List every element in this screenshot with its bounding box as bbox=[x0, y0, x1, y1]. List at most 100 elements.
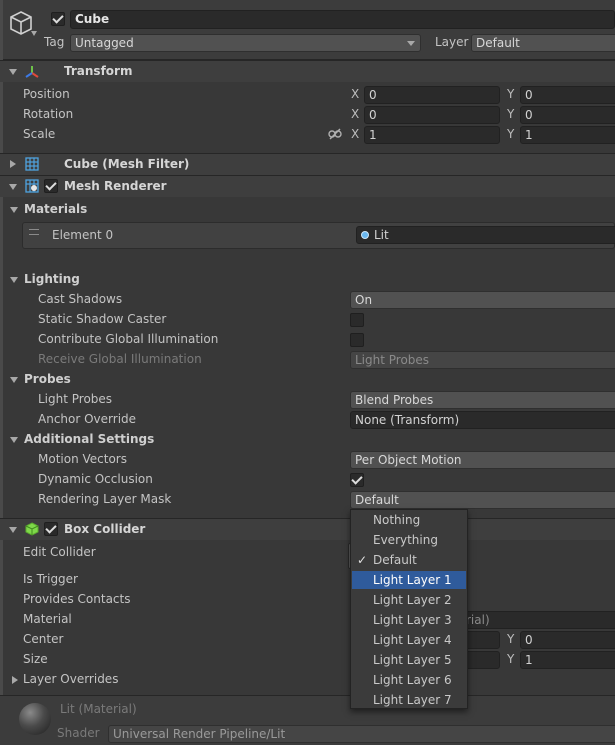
shader-label: Shader bbox=[57, 726, 100, 740]
transform-title: Transform bbox=[64, 64, 133, 78]
center-label: Center bbox=[23, 632, 64, 646]
mesh-renderer-header[interactable]: Mesh Renderer bbox=[0, 175, 615, 197]
rotation-label[interactable]: Rotation bbox=[23, 107, 73, 121]
layer-menu-item[interactable]: Light Layer 2 bbox=[352, 591, 466, 609]
element0-value: Lit bbox=[374, 228, 389, 242]
layer-label: Layer bbox=[435, 35, 469, 49]
layer-overrides-label[interactable]: Layer Overrides bbox=[23, 672, 118, 686]
object-name-input[interactable]: Cube bbox=[70, 10, 615, 29]
size-y-input[interactable]: 1 bbox=[520, 651, 615, 669]
center-y-label[interactable]: Y bbox=[507, 632, 514, 646]
transform-icon bbox=[25, 66, 39, 78]
layer-value: Default bbox=[476, 36, 520, 50]
layer-menu-item[interactable]: Light Layer 5 bbox=[352, 651, 466, 669]
scale-y-input[interactable]: 1 bbox=[520, 126, 615, 144]
scale-x-input[interactable]: 1 bbox=[364, 126, 500, 144]
dynamic-occlusion-checkbox[interactable] bbox=[350, 473, 364, 487]
probes-foldout-icon[interactable] bbox=[10, 377, 18, 383]
mesh-filter-header[interactable]: Cube (Mesh Filter) bbox=[0, 153, 615, 175]
contribute-gi-label: Contribute Global Illumination bbox=[38, 332, 219, 346]
tag-value: Untagged bbox=[75, 36, 134, 50]
material-dot-icon bbox=[361, 231, 369, 239]
material-preview-name: Lit (Material) bbox=[60, 702, 137, 716]
mesh-filter-title: Cube (Mesh Filter) bbox=[64, 157, 190, 171]
layer-menu-item[interactable]: ✓ Default bbox=[352, 551, 466, 569]
position-x-input[interactable]: 0 bbox=[364, 86, 500, 104]
mesh-renderer-foldout-icon[interactable] bbox=[9, 184, 17, 190]
cast-shadows-label: Cast Shadows bbox=[38, 292, 123, 306]
box-collider-enabled-checkbox[interactable] bbox=[44, 522, 58, 536]
position-y-input[interactable]: 0 bbox=[520, 86, 615, 104]
material-sphere-icon[interactable] bbox=[19, 703, 51, 735]
layer-menu-item[interactable]: Light Layer 4 bbox=[352, 631, 466, 649]
materials-foldout-icon[interactable] bbox=[10, 207, 18, 213]
motion-vectors-label: Motion Vectors bbox=[38, 452, 127, 466]
probes-label[interactable]: Probes bbox=[24, 372, 71, 386]
dynamic-occlusion-label: Dynamic Occlusion bbox=[38, 472, 153, 486]
active-checkbox[interactable] bbox=[51, 12, 65, 26]
box-collider-cube-icon bbox=[25, 522, 39, 536]
additional-settings-label[interactable]: Additional Settings bbox=[24, 432, 154, 446]
lighting-label[interactable]: Lighting bbox=[24, 272, 80, 286]
tag-chevron-down-icon bbox=[407, 41, 415, 46]
contribute-gi-checkbox[interactable] bbox=[350, 333, 364, 347]
layer-menu-item-label: Everything bbox=[373, 533, 438, 547]
mesh-renderer-icon bbox=[25, 179, 39, 193]
receive-gi-label: Receive Global Illumination bbox=[38, 352, 202, 366]
box-collider-foldout-icon[interactable] bbox=[9, 527, 17, 533]
layer-menu-item-label: Light Layer 2 bbox=[373, 593, 452, 607]
material-label: Material bbox=[23, 612, 72, 626]
element0-object-field[interactable]: Lit bbox=[356, 226, 615, 244]
position-x-label[interactable]: X bbox=[351, 87, 359, 101]
transform-foldout-icon[interactable] bbox=[9, 69, 17, 75]
layer-menu-item[interactable]: Nothing bbox=[352, 511, 466, 529]
rotation-y-input[interactable]: 0 bbox=[520, 106, 615, 124]
anchor-override-field[interactable]: None (Transform) bbox=[350, 411, 615, 429]
scale-y-label[interactable]: Y bbox=[507, 127, 514, 141]
rendering-layer-label: Rendering Layer Mask bbox=[38, 492, 172, 506]
icon-dropdown-arrow-icon[interactable] bbox=[31, 31, 37, 36]
anchor-override-label: Anchor Override bbox=[38, 412, 137, 426]
additional-foldout-icon[interactable] bbox=[10, 437, 18, 443]
constrain-proportions-link-icon[interactable] bbox=[328, 128, 342, 140]
light-probes-dropdown[interactable]: Blend Probes bbox=[350, 391, 615, 409]
scale-label[interactable]: Scale bbox=[23, 127, 55, 141]
rotation-y-label[interactable]: Y bbox=[507, 107, 514, 121]
transform-header[interactable]: Transform bbox=[0, 60, 615, 82]
box-collider-header[interactable]: Box Collider bbox=[0, 518, 615, 540]
center-y-input[interactable]: 0 bbox=[520, 631, 615, 649]
scale-x-label[interactable]: X bbox=[351, 127, 359, 141]
layer-dropdown[interactable]: Default bbox=[471, 34, 615, 52]
light-probes-label: Light Probes bbox=[38, 392, 113, 406]
layer-menu-item-label: Light Layer 6 bbox=[373, 673, 452, 687]
size-y-label[interactable]: Y bbox=[507, 652, 514, 666]
layer-menu-item[interactable]: Light Layer 7 bbox=[352, 691, 466, 709]
position-label[interactable]: Position bbox=[23, 87, 70, 101]
cast-shadows-dropdown[interactable]: On bbox=[350, 291, 615, 309]
rotation-x-input[interactable]: 0 bbox=[364, 106, 500, 124]
drag-handle-icon[interactable] bbox=[29, 229, 39, 235]
size-label: Size bbox=[23, 652, 48, 666]
layer-menu-item-label: Nothing bbox=[373, 513, 421, 527]
tag-dropdown[interactable]: Untagged bbox=[70, 34, 421, 52]
mesh-renderer-enabled-checkbox[interactable] bbox=[44, 179, 58, 193]
edit-collider-label: Edit Collider bbox=[23, 545, 96, 559]
element0-label: Element 0 bbox=[52, 228, 114, 242]
receive-gi-dropdown: Light Probes bbox=[350, 351, 615, 369]
lighting-foldout-icon[interactable] bbox=[10, 277, 18, 283]
rendering-layer-dropdown[interactable]: Default bbox=[350, 491, 615, 509]
position-y-label[interactable]: Y bbox=[507, 87, 514, 101]
layer-menu-item[interactable]: Everything bbox=[352, 531, 466, 549]
layer-menu-item[interactable]: Light Layer 3 bbox=[352, 611, 466, 629]
shader-dropdown[interactable]: Universal Render Pipeline/Lit bbox=[108, 725, 615, 743]
motion-vectors-dropdown[interactable]: Per Object Motion bbox=[350, 451, 615, 469]
layer-menu-item-label: Default bbox=[373, 553, 417, 567]
layer-menu-item-label: Light Layer 4 bbox=[373, 633, 452, 647]
mesh-filter-foldout-icon[interactable] bbox=[10, 160, 16, 168]
layer-menu-item[interactable]: Light Layer 1 bbox=[352, 571, 466, 589]
rotation-x-label[interactable]: X bbox=[351, 107, 359, 121]
materials-label[interactable]: Materials bbox=[24, 202, 87, 216]
layer-overrides-foldout-icon[interactable] bbox=[12, 676, 18, 684]
static-shadow-checkbox[interactable] bbox=[350, 313, 364, 327]
layer-menu-item[interactable]: Light Layer 6 bbox=[352, 671, 466, 689]
